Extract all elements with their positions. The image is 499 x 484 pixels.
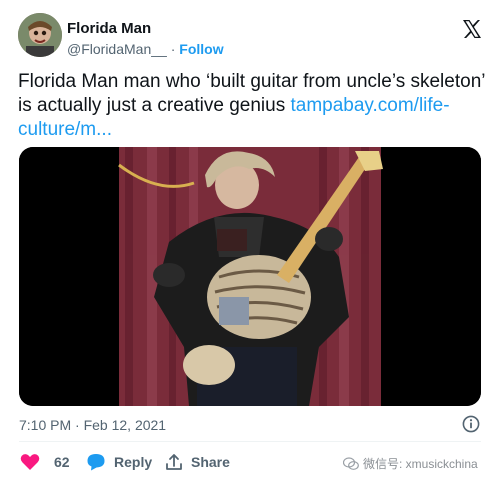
like-button[interactable]: 62 [20, 452, 70, 472]
avatar[interactable] [18, 13, 62, 57]
share-label: Share [191, 454, 230, 470]
share-button[interactable]: Share [165, 452, 230, 472]
author-name[interactable]: Florida Man [67, 20, 151, 37]
watermark-text: 微信号: xmusickchina [363, 457, 478, 471]
reply-label: Reply [114, 454, 153, 470]
reply-button[interactable]: Reply [86, 452, 152, 472]
follow-button[interactable]: Follow [179, 41, 223, 57]
info-icon[interactable] [462, 415, 480, 433]
tweet-timestamp[interactable]: 7:10 PM · Feb 12, 2021 [19, 417, 166, 433]
author-handle[interactable]: @FloridaMan__ [67, 41, 167, 57]
watermark: 微信号: xmusickchina [343, 455, 478, 472]
heart-icon [20, 454, 40, 470]
divider [19, 441, 481, 442]
like-count: 62 [54, 454, 70, 470]
tweet-image[interactable] [19, 147, 481, 406]
reply-bubble-icon [87, 454, 105, 471]
share-icon [166, 454, 182, 470]
tweet-card: Florida Man @FloridaMan__ · Follow Flori… [0, 0, 499, 484]
x-logo-icon[interactable] [461, 18, 483, 40]
handle-separator: · [170, 41, 176, 57]
author-handle-line: @FloridaMan__ · Follow [67, 41, 224, 57]
tweet-text: Florida Man man who ‘built guitar from u… [18, 70, 486, 142]
wechat-icon [343, 456, 359, 470]
